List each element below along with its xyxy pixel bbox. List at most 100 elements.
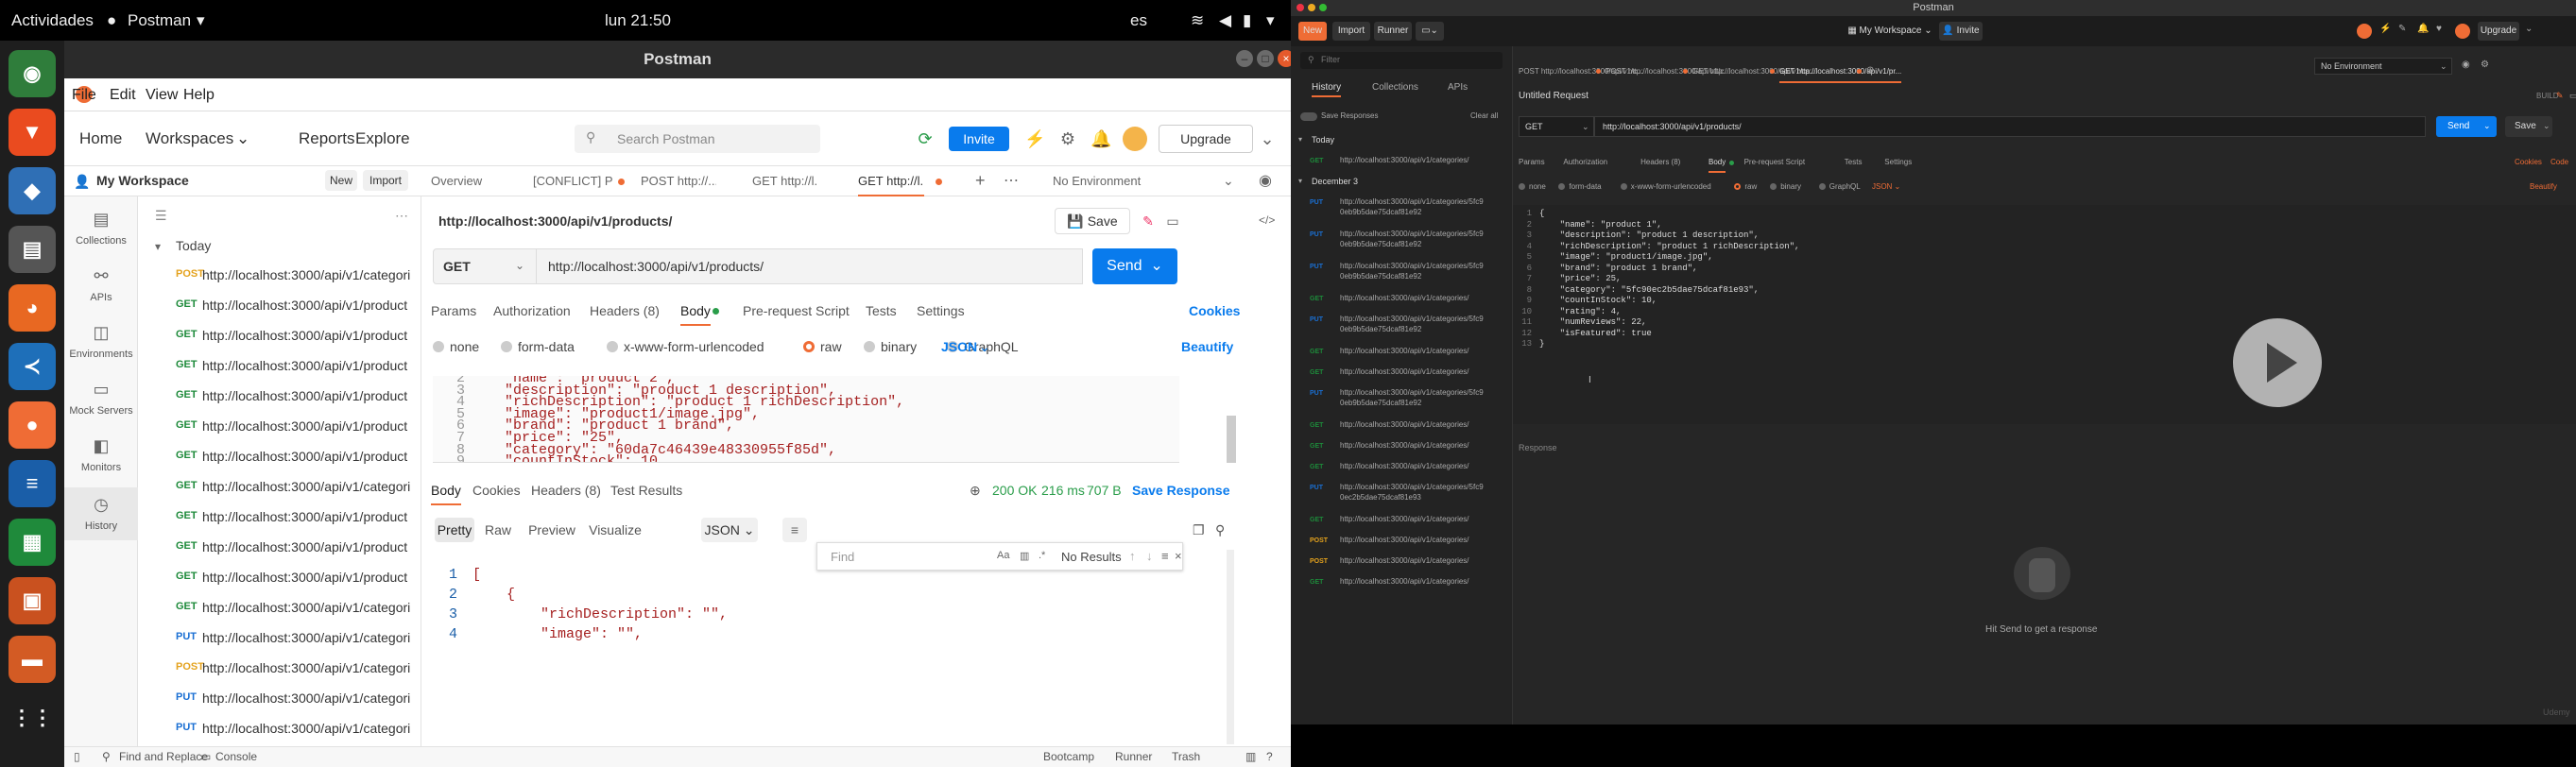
bell-icon[interactable]: 🔔 <box>1091 128 1111 149</box>
tab-conflict[interactable]: [CONFLICT] P <box>533 166 614 196</box>
r-history-item[interactable]: http://localhost:3000/api/v1/categories/ <box>1340 294 1469 302</box>
menu-file[interactable]: File <box>72 78 96 111</box>
tab-body[interactable]: Body <box>680 303 711 326</box>
comment-icon[interactable]: ▭ <box>1162 208 1183 234</box>
chevron-down-icon[interactable]: ⌄ <box>979 339 990 355</box>
runner-link[interactable]: Runner <box>1115 750 1152 763</box>
edit-icon[interactable]: ✎ <box>1138 208 1159 234</box>
find-input[interactable]: Find <box>831 550 854 564</box>
r-req-tab[interactable]: Settings <box>1884 158 1912 166</box>
globe-icon[interactable]: ⊕ <box>970 483 981 499</box>
environment-select[interactable]: No Environment <box>1053 166 1157 196</box>
r-body-type-x-www-form-urlencoded[interactable]: x-www-form-urlencoded <box>1631 182 1711 191</box>
radio-icon[interactable] <box>501 341 512 352</box>
r-history-item[interactable]: http://localhost:3000/api/v1/categories/ <box>1340 420 1469 429</box>
radio-icon[interactable] <box>1558 183 1566 190</box>
gear-icon[interactable]: ⚙ <box>2481 60 2489 70</box>
history-item[interactable]: GET http://localhost:3000/api/v1/product <box>138 353 421 380</box>
r-history-item[interactable]: http://localhost:3000/api/v1/categories/… <box>1340 388 1484 397</box>
scrollbar[interactable] <box>1227 550 1234 744</box>
body-type-form-data[interactable]: form-data <box>518 339 575 354</box>
r-filter-input[interactable]: ⚲ Filter <box>1300 52 1503 69</box>
body-type-raw[interactable]: raw <box>820 339 842 354</box>
nav-workspaces[interactable]: Workspaces <box>146 111 233 166</box>
radio-icon[interactable] <box>864 341 875 352</box>
view-raw[interactable]: Raw <box>478 518 518 542</box>
vscode-icon[interactable]: ≺ <box>9 343 56 390</box>
avatar[interactable] <box>1123 127 1147 151</box>
r-tab-collections[interactable]: Collections <box>1372 82 1418 93</box>
rail-history[interactable]: ◷ History <box>64 487 138 540</box>
search-icon[interactable]: ⚲ <box>1215 522 1225 538</box>
r-history-item[interactable]: http://localhost:3000/api/v1/categories/ <box>1340 347 1469 355</box>
rail-environments[interactable]: ◫ Environments <box>64 323 138 360</box>
nav-reports[interactable]: Reports <box>299 111 355 166</box>
battery-icon[interactable]: ▮ <box>1243 0 1251 41</box>
add-tab-icon[interactable]: ⊕ <box>1866 65 1874 76</box>
history-item[interactable]: GET http://localhost:3000/api/v1/product <box>138 293 421 319</box>
show-apps-icon[interactable]: ⋮⋮ <box>9 694 56 741</box>
r-body-type-binary[interactable]: binary <box>1780 182 1801 191</box>
arrow-up-icon[interactable]: ↑ <box>1129 549 1136 563</box>
writer-icon[interactable]: ≡ <box>9 460 56 507</box>
find-replace-link[interactable]: Find and Replace <box>119 750 208 763</box>
r-sync-icon[interactable] <box>2357 24 2372 39</box>
save-responses-toggle[interactable] <box>1300 112 1317 121</box>
response-format-select[interactable]: JSON ⌄ <box>701 518 758 542</box>
r-body-type-form-data[interactable]: form-data <box>1569 182 1601 191</box>
history-item[interactable]: POST http://localhost:3000/api/v1/categor… <box>138 263 421 289</box>
history-item[interactable]: GET http://localhost:3000/api/v1/product <box>138 565 421 591</box>
r-history-item[interactable]: http://localhost:3000/api/v1/categories/… <box>1340 230 1484 238</box>
upgrade-button[interactable]: Upgrade <box>1159 125 1253 153</box>
firefox-icon[interactable]: ◕ <box>9 284 56 332</box>
brave-icon[interactable]: ▼ <box>9 109 56 156</box>
radio-icon[interactable] <box>803 341 815 352</box>
console-icon[interactable]: ▭ <box>200 750 211 763</box>
r-send-button[interactable]: Send ⌄ <box>2436 116 2497 137</box>
r-history-item[interactable]: http://localhost:3000/api/v1/categories/ <box>1340 577 1469 586</box>
eye-icon[interactable]: ◉ <box>2462 60 2470 70</box>
files-icon[interactable]: ▤ <box>9 226 56 273</box>
r-req-tab[interactable]: Body <box>1709 158 1726 173</box>
tab-get-1[interactable]: GET http://l... <box>752 166 818 196</box>
comment-icon[interactable]: ▭ <box>2569 91 2576 101</box>
r-request-title[interactable]: Untitled Request <box>1519 91 1589 101</box>
minimize-button[interactable]: – <box>1236 50 1253 67</box>
r-invite-button[interactable]: 👤 Invite <box>1939 22 1983 41</box>
send-button[interactable]: Send ⌄ <box>1092 248 1177 284</box>
body-type-binary[interactable]: binary <box>881 339 917 354</box>
tab-tests[interactable]: Tests <box>866 303 897 318</box>
r-workspace-select[interactable]: ▦ My Workspace ⌄ <box>1843 22 1937 41</box>
radio-icon[interactable] <box>1519 183 1525 190</box>
edit-icon[interactable]: ✎ <box>2556 91 2564 101</box>
body-type-none[interactable]: none <box>450 339 479 354</box>
more-icon[interactable]: ⋯ <box>1883 65 1893 76</box>
arrow-down-icon[interactable]: ↓ <box>1146 549 1153 563</box>
regex-icon[interactable]: .* <box>1039 550 1045 561</box>
history-item[interactable]: GET http://localhost:3000/api/v1/categori <box>138 474 421 501</box>
response-status[interactable]: 200 OK <box>992 483 1037 498</box>
history-item[interactable]: GET http://localhost:3000/api/v1/product <box>138 414 421 440</box>
rail-monitors[interactable]: ◧ Monitors <box>64 436 138 473</box>
more-icon[interactable]: ⋯ <box>395 208 408 224</box>
app-icon[interactable]: ◆ <box>9 167 56 214</box>
chevron-down-icon[interactable]: ⌄ <box>1223 173 1234 189</box>
r-tab-history[interactable]: History <box>1312 82 1342 97</box>
r-body-type-none[interactable]: none <box>1529 182 1546 191</box>
body-type-x-www-form-urlencoded[interactable]: x-www-form-urlencoded <box>624 339 764 354</box>
r-req-tab[interactable]: Headers (8) <box>1640 158 1680 166</box>
tab-get-active[interactable]: GET http://l... <box>858 166 924 196</box>
resp-tab-headers[interactable]: Headers (8) <box>531 483 601 498</box>
chevron-down-icon[interactable]: ▾ <box>155 240 161 253</box>
app-menu-icon[interactable]: ● <box>107 0 116 41</box>
history-item[interactable]: GET http://localhost:3000/api/v1/product <box>138 384 421 410</box>
menu-edit[interactable]: Edit <box>110 78 136 111</box>
sidebar-toggle-icon[interactable]: ▯ <box>74 750 80 763</box>
history-item[interactable]: GET http://localhost:3000/api/v1/product <box>138 323 421 349</box>
clear-all-link[interactable]: Clear all <box>1470 111 1498 120</box>
impress-icon[interactable]: ▣ <box>9 577 56 624</box>
radio-icon[interactable] <box>1620 183 1627 190</box>
json-format-select[interactable]: JSON <box>941 339 977 354</box>
app-menu[interactable]: Postman <box>128 0 191 41</box>
r-history-item[interactable]: http://localhost:3000/api/v1/categories/… <box>1340 315 1484 323</box>
